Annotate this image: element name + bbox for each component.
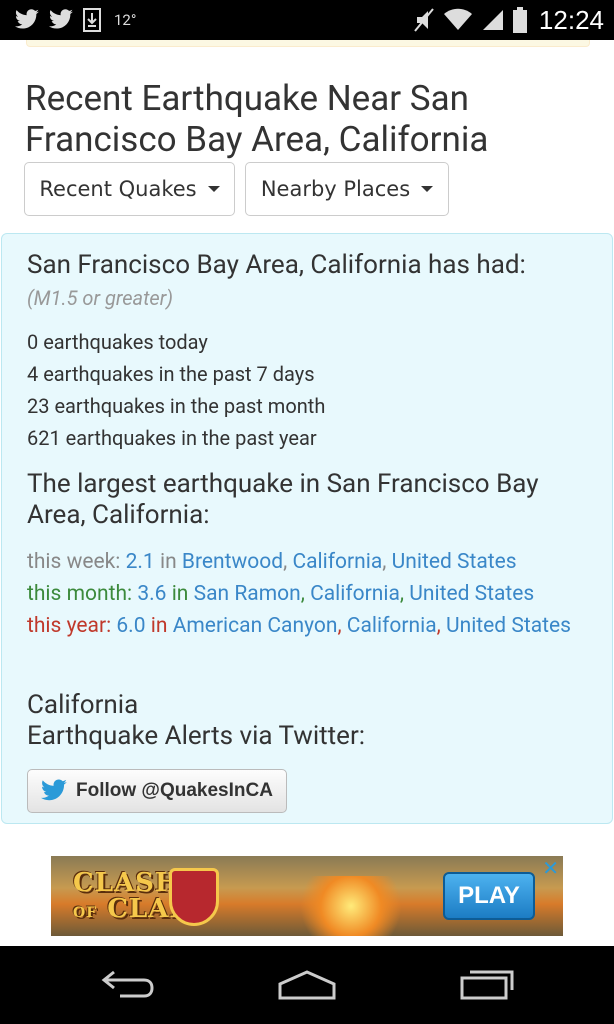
follow-label: Follow @QuakesInCA bbox=[76, 780, 273, 801]
alert-strip bbox=[26, 40, 590, 47]
twitter-heading-line2: Earthquake Alerts via Twitter: bbox=[27, 721, 366, 751]
caret-down-icon bbox=[207, 186, 220, 192]
ad-shield-graphic bbox=[169, 868, 219, 926]
largest-year-line: this year: 6.0 in American Canyon, Calif… bbox=[27, 614, 571, 638]
largest-month-line: this month: 3.6 in San Ramon, California… bbox=[27, 582, 535, 606]
largest-heading: The largest earthquake in San Francisco … bbox=[27, 469, 539, 530]
count-week: 4 earthquakes in the past 7 days bbox=[27, 362, 315, 386]
year-magnitude[interactable]: 6.0 bbox=[116, 614, 145, 638]
month-country-link[interactable]: United States bbox=[409, 582, 534, 606]
download-icon bbox=[82, 7, 102, 33]
year-label: this year: bbox=[27, 614, 112, 638]
signal-icon bbox=[481, 8, 505, 32]
week-state-link[interactable]: California bbox=[292, 550, 382, 574]
nearby-places-label: Nearby Places bbox=[260, 177, 411, 201]
nearby-places-dropdown[interactable]: Nearby Places bbox=[245, 162, 449, 216]
year-state-link[interactable]: California bbox=[347, 614, 437, 638]
largest-week-line: this week: 2.1 in Brentwood, California,… bbox=[27, 550, 517, 574]
count-today: 0 earthquakes today bbox=[27, 330, 208, 354]
twitter-bird-icon bbox=[40, 779, 68, 803]
temperature-label: 12° bbox=[114, 11, 137, 29]
week-place-link[interactable]: Brentwood bbox=[182, 550, 283, 574]
ad-banner[interactable]: CLASH OF CLANS PLAY ✕ bbox=[51, 856, 563, 936]
ad-explosion-graphic bbox=[291, 876, 411, 936]
week-magnitude[interactable]: 2.1 bbox=[126, 550, 155, 574]
battery-icon bbox=[512, 7, 527, 33]
status-bar: 12° 12:24 bbox=[0, 0, 614, 40]
recent-quakes-dropdown[interactable]: Recent Quakes bbox=[24, 162, 235, 216]
back-icon bbox=[101, 970, 154, 998]
month-state-link[interactable]: California bbox=[310, 582, 400, 606]
ad-play-button[interactable]: PLAY bbox=[443, 872, 535, 920]
page-title: Recent Earthquake Near San Francisco Bay… bbox=[25, 78, 489, 160]
clock: 12:24 bbox=[538, 4, 604, 35]
summary-heading: San Francisco Bay Area, California has h… bbox=[27, 250, 526, 280]
count-month: 23 earthquakes in the past month bbox=[27, 394, 326, 418]
recents-button[interactable] bbox=[458, 964, 518, 1008]
info-panel: San Francisco Bay Area, California has h… bbox=[1, 233, 613, 824]
wifi-icon bbox=[443, 8, 473, 32]
recents-icon bbox=[460, 970, 514, 1000]
month-label: this month: bbox=[27, 582, 133, 606]
year-place-link[interactable]: American Canyon bbox=[173, 614, 338, 638]
caret-down-icon bbox=[421, 186, 434, 192]
year-country-link[interactable]: United States bbox=[446, 614, 571, 638]
mute-icon bbox=[413, 7, 435, 33]
recent-quakes-label: Recent Quakes bbox=[39, 177, 197, 201]
magnitude-note: (M1.5 or greater) bbox=[27, 286, 174, 310]
twitter-heading-line1: California bbox=[27, 690, 139, 720]
week-label: this week: bbox=[27, 550, 121, 574]
week-country-link[interactable]: United States bbox=[392, 550, 517, 574]
status-notifications: 12° bbox=[14, 6, 136, 34]
month-place-link[interactable]: San Ramon bbox=[194, 582, 301, 606]
ad-close-icon[interactable]: ✕ bbox=[542, 856, 559, 880]
week-in: in bbox=[159, 550, 177, 574]
home-icon bbox=[278, 970, 336, 1000]
follow-twitter-button[interactable]: Follow @QuakesInCA bbox=[27, 769, 287, 813]
year-in: in bbox=[150, 614, 168, 638]
home-button[interactable] bbox=[276, 964, 338, 1008]
twitter-icon bbox=[14, 9, 40, 31]
month-in: in bbox=[171, 582, 189, 606]
twitter-heading: California Earthquake Alerts via Twitter… bbox=[27, 690, 365, 752]
month-magnitude[interactable]: 3.6 bbox=[137, 582, 166, 606]
count-year: 621 earthquakes in the past year bbox=[27, 426, 317, 450]
navigation-bar bbox=[0, 946, 614, 1024]
back-button[interactable] bbox=[98, 964, 158, 1008]
twitter-icon bbox=[48, 9, 74, 31]
status-system: 12:24 bbox=[413, 4, 604, 36]
